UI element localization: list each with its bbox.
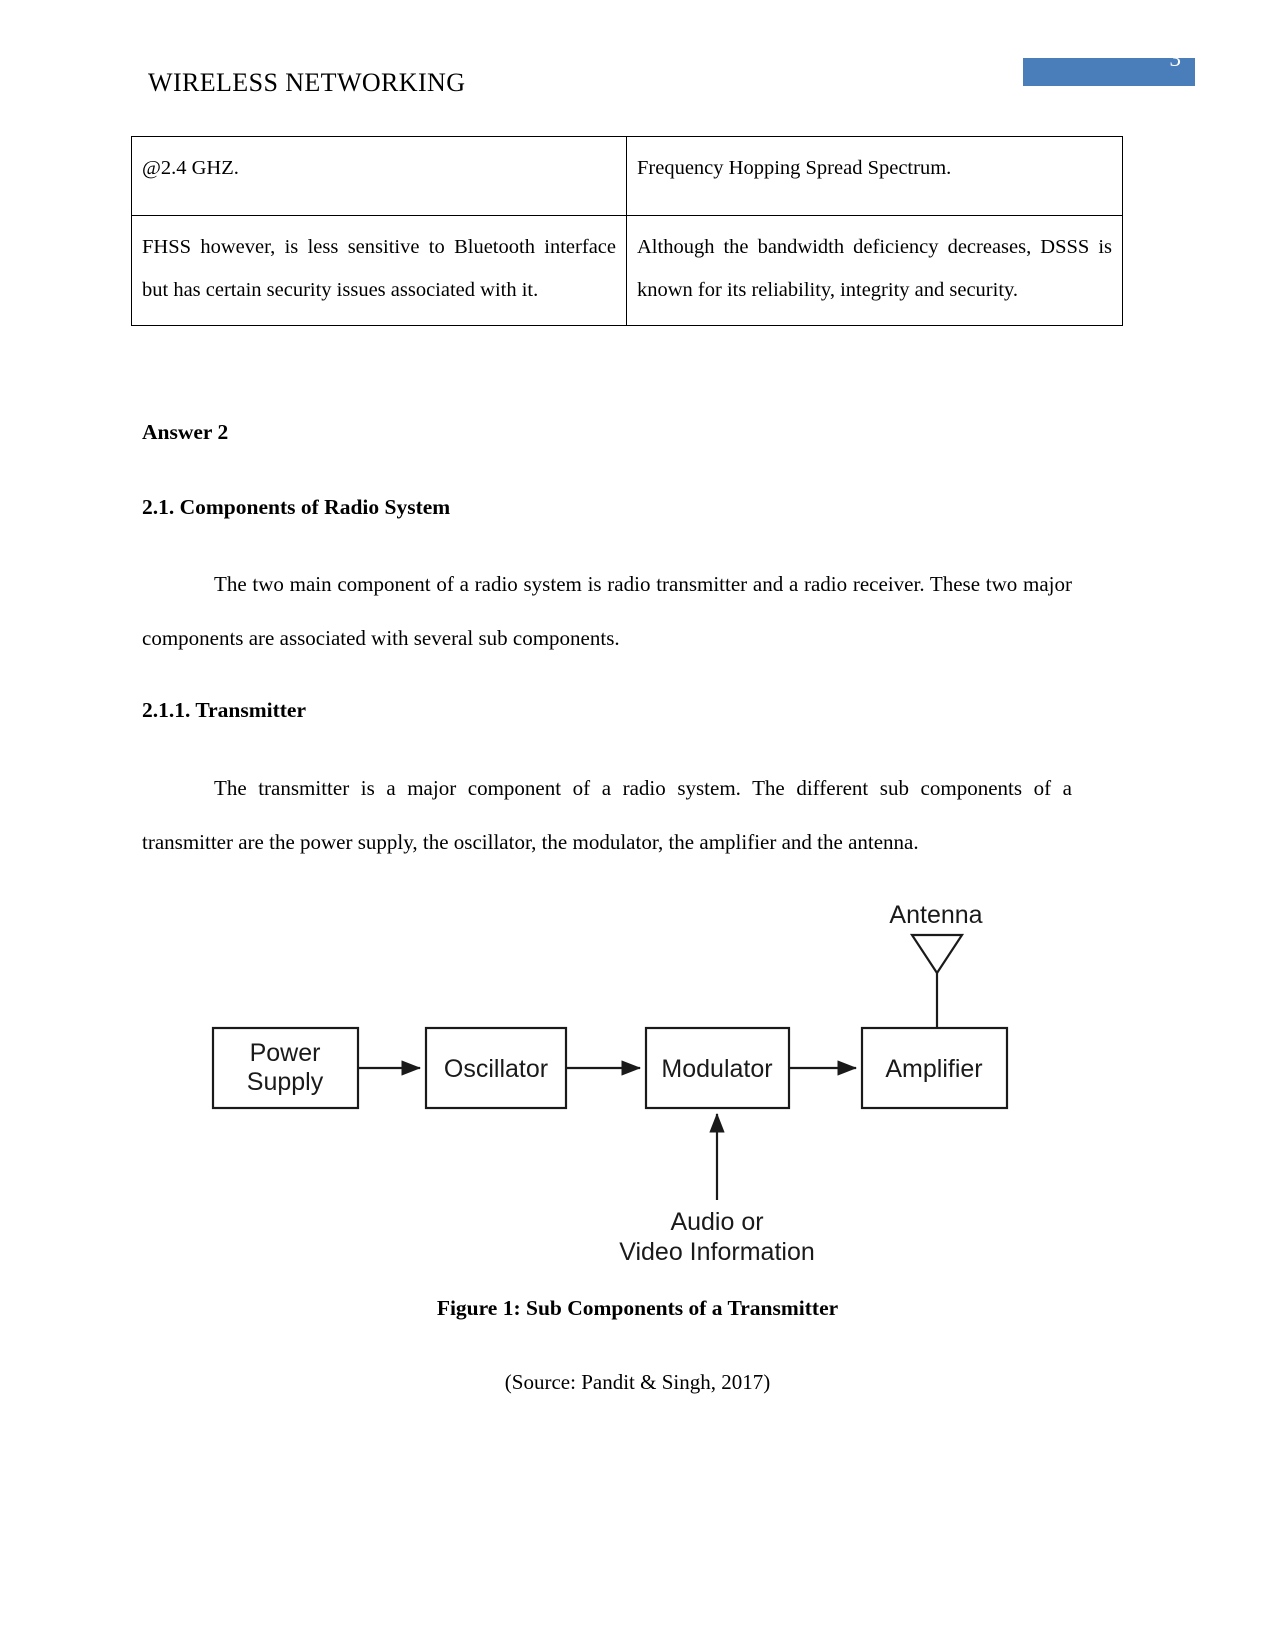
block-label-oscillator: Oscillator (444, 1055, 548, 1083)
subsection-paragraph: The transmitter is a major component of … (142, 776, 1072, 854)
table-cell-left: FHSS however, is less sensitive to Bluet… (131, 215, 627, 326)
input-label-line1: Audio or (670, 1208, 763, 1236)
block-label-power-supply-line1: Power (250, 1039, 321, 1067)
table-cell-text: FHSS however, is less sensitive to Bluet… (142, 236, 616, 302)
figure-caption: Figure 1: Sub Components of a Transmitte… (436, 1296, 839, 1320)
document-page: WIRELESS NETWORKING 3 @2.4 GHZ. Frequenc… (0, 0, 1275, 1650)
block-label-amplifier: Amplifier (885, 1055, 982, 1083)
input-label-line2: Video Information (619, 1238, 815, 1266)
table-row: FHSS however, is less sensitive to Bluet… (131, 215, 1123, 326)
antenna-icon (909, 933, 965, 976)
block-label-power-supply-line2: Supply (247, 1068, 324, 1096)
section-heading-2-1: 2.1. Components of Radio System (142, 495, 451, 519)
document-header-title: WIRELESS NETWORKING (148, 68, 466, 97)
table-row: @2.4 GHZ. Frequency Hopping Spread Spect… (131, 136, 1123, 216)
section-heading-2-1-1: 2.1.1. Transmitter (142, 698, 307, 722)
transmitter-block-diagram: Antenna Power Supply Oscillator Modulato… (0, 885, 1275, 1285)
answer-heading: Answer 2 (142, 420, 229, 444)
table-cell-text: Frequency Hopping Spread Spectrum. (637, 157, 952, 179)
table-cell-left: @2.4 GHZ. (131, 136, 627, 216)
table-cell-right: Although the bandwidth deficiency decrea… (626, 215, 1123, 326)
page-number-badge: 3 (1023, 47, 1195, 86)
section-paragraph: The two main component of a radio system… (142, 572, 1072, 650)
page-number: 3 (1169, 46, 1182, 71)
comparison-table: @2.4 GHZ. Frequency Hopping Spread Spect… (131, 136, 1123, 326)
antenna-label: Antenna (889, 901, 982, 929)
table-cell-text: @2.4 GHZ. (142, 157, 239, 179)
table-cell-right: Frequency Hopping Spread Spectrum. (626, 136, 1123, 216)
block-label-modulator: Modulator (661, 1055, 772, 1083)
page-header: WIRELESS NETWORKING 3 (0, 0, 1275, 115)
figure-source: (Source: Pandit & Singh, 2017) (504, 1370, 771, 1394)
table-cell-text: Although the bandwidth deficiency decrea… (637, 236, 1112, 302)
